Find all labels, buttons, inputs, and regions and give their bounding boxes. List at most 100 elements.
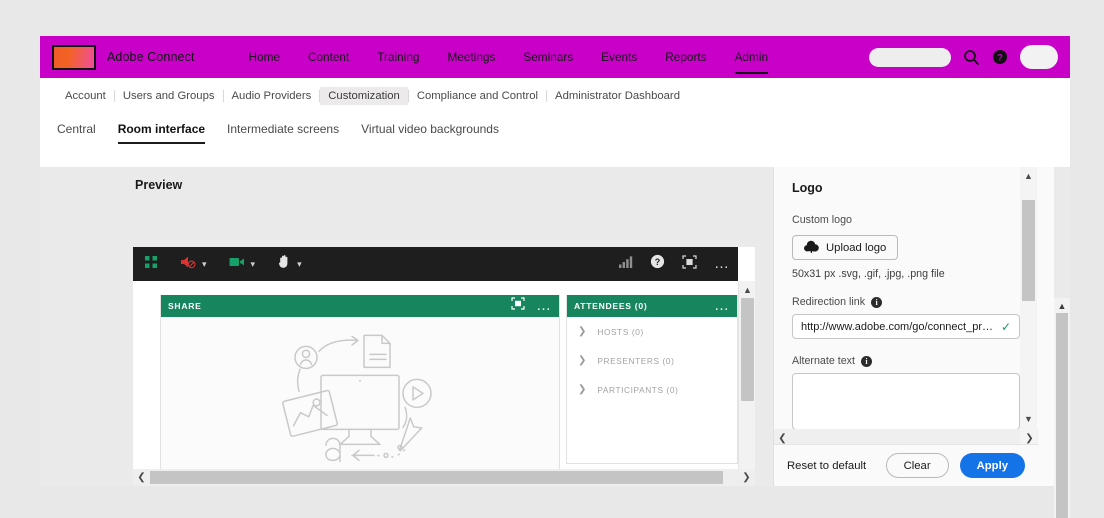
scroll-right-arrow-icon[interactable]: ❯ — [738, 469, 755, 486]
raise-hand-control[interactable]: ▾ — [277, 254, 302, 274]
clear-button[interactable]: Clear — [885, 453, 949, 478]
checkmark-icon: ✓ — [1000, 319, 1011, 334]
logo-settings-scroll-region: Logo Custom logo Upload logo 50x31 px .s… — [774, 167, 1038, 444]
preview-hscroll-thumb[interactable] — [150, 471, 723, 484]
attendees-pod: ATTENDEES (0) … ❯ HOSTS (0) ❯ PRESENTERS… — [566, 295, 738, 464]
panel-hscroll-thumb[interactable] — [789, 431, 1021, 442]
subnav-item-account[interactable]: Account — [57, 87, 115, 105]
tab-central[interactable]: Central — [57, 122, 96, 144]
logo-settings-content: Logo Custom logo Upload logo 50x31 px .s… — [774, 167, 1038, 430]
upload-logo-button[interactable]: Upload logo — [792, 235, 899, 260]
panel-vertical-scrollbar[interactable]: ▲ ▼ — [1020, 167, 1037, 444]
chevron-down-icon[interactable]: ▾ — [251, 259, 256, 270]
fullscreen-icon[interactable] — [682, 254, 697, 274]
overflow-menu-icon[interactable]: … — [714, 256, 730, 271]
page-surface: Adobe Connect Home Content Training Meet… — [40, 36, 1070, 518]
overflow-menu-icon[interactable]: … — [714, 298, 730, 313]
attendees-pod-actions: … — [714, 298, 730, 313]
redirection-link-field[interactable]: ✓ — [792, 314, 1020, 339]
app-root: Adobe Connect Home Content Training Meet… — [0, 0, 1104, 518]
info-icon[interactable]: i — [860, 355, 872, 367]
help-circle-icon[interactable]: ? — [992, 49, 1008, 65]
camera-icon[interactable] — [229, 255, 246, 273]
fullscreen-icon[interactable] — [511, 297, 525, 315]
attendees-group-presenters[interactable]: ❯ PRESENTERS (0) — [567, 346, 737, 375]
scroll-right-arrow-icon[interactable]: ❯ — [1021, 430, 1038, 444]
logo-file-hint: 50x31 px .svg, .gif, .jpg, .png file — [792, 268, 945, 280]
chevron-right-icon[interactable]: ❯ — [578, 326, 586, 337]
search-input[interactable] — [869, 47, 951, 67]
panel-heading: Logo — [792, 181, 823, 195]
overflow-menu-icon[interactable]: … — [536, 298, 552, 313]
chevron-right-icon[interactable]: ❯ — [578, 355, 586, 366]
preview-vertical-scrollbar[interactable]: ▲ ▼ — [738, 281, 755, 486]
tab-virtual-video-backgrounds[interactable]: Virtual video backgrounds — [361, 122, 499, 144]
nav-item-admin[interactable]: Admin — [734, 36, 769, 78]
reset-to-default-button[interactable]: Reset to default — [787, 460, 866, 472]
main-header: Adobe Connect Home Content Training Meet… — [40, 36, 1070, 78]
subnav-item-customization[interactable]: Customization — [320, 87, 409, 105]
avatar[interactable] — [1020, 45, 1058, 69]
scroll-left-arrow-icon[interactable]: ❮ — [133, 469, 150, 486]
attendees-groups: ❯ HOSTS (0) ❯ PRESENTERS (0) ❯ PARTICIPA… — [567, 317, 737, 404]
nav-item-seminars[interactable]: Seminars — [523, 36, 573, 78]
alternate-text-input[interactable] — [793, 374, 1019, 429]
nav-item-training[interactable]: Training — [377, 36, 419, 78]
room-toolbar-right: ? … — [602, 254, 730, 274]
scroll-left-arrow-icon[interactable]: ❮ — [774, 430, 791, 444]
content-area: Preview ▾ ▾ ▾ ? … SHARE … ATTENDEES (0) … — [40, 167, 1070, 518]
scroll-up-arrow-icon[interactable]: ▲ — [1054, 298, 1070, 313]
panel-footer: Reset to default Clear Apply — [774, 444, 1038, 486]
admin-subnav: Account Users and Groups Audio Providers… — [40, 78, 1070, 114]
signal-strength-icon[interactable] — [619, 255, 633, 273]
raise-hand-icon[interactable] — [277, 254, 292, 274]
chevron-right-icon[interactable]: ❯ — [578, 384, 586, 395]
subnav-item-users-and-groups[interactable]: Users and Groups — [115, 87, 224, 105]
upload-logo-label: Upload logo — [826, 241, 887, 254]
camera-control[interactable]: ▾ — [229, 255, 256, 273]
preview-pane: Preview ▾ ▾ ▾ ? … SHARE … ATTENDEES (0) … — [88, 167, 774, 486]
share-placeholder-illustration-icon — [274, 333, 446, 480]
customization-tabs: Central Room interface Intermediate scre… — [40, 122, 1070, 156]
logo-settings-panel: Logo Custom logo Upload logo 50x31 px .s… — [773, 167, 1054, 486]
attendees-pod-header: ATTENDEES (0) … — [567, 295, 737, 317]
panel-vscroll-thumb[interactable] — [1022, 200, 1035, 301]
chevron-down-icon[interactable]: ▾ — [297, 259, 302, 270]
nav-item-meetings[interactable]: Meetings — [447, 36, 495, 78]
chevron-down-icon[interactable]: ▾ — [202, 259, 207, 270]
nav-item-home[interactable]: Home — [248, 36, 279, 78]
tab-intermediate-screens[interactable]: Intermediate screens — [227, 122, 339, 144]
apply-button[interactable]: Apply — [959, 453, 1025, 478]
scroll-down-arrow-icon[interactable]: ▼ — [1020, 410, 1037, 427]
preview-horizontal-scrollbar[interactable]: ❮ ❯ — [133, 469, 755, 486]
subnav-item-compliance-and-control[interactable]: Compliance and Control — [409, 87, 548, 105]
speaker-control[interactable]: ▾ — [180, 255, 207, 274]
panel-horizontal-scrollbar[interactable]: ❮ ❯ — [774, 429, 1038, 444]
layout-control[interactable] — [144, 255, 158, 274]
scroll-up-arrow-icon[interactable]: ▲ — [739, 281, 755, 298]
brand[interactable]: Adobe Connect — [52, 44, 195, 70]
nav-item-reports[interactable]: Reports — [665, 36, 706, 78]
attendees-group-hosts[interactable]: ❯ HOSTS (0) — [567, 317, 737, 346]
page-vertical-scrollbar[interactable]: ▲ — [1054, 298, 1070, 518]
help-circle-icon[interactable]: ? — [650, 254, 665, 274]
subnav-item-administrator-dashboard[interactable]: Administrator Dashboard — [547, 87, 688, 105]
brand-name: Adobe Connect — [107, 50, 195, 64]
tab-room-interface[interactable]: Room interface — [117, 122, 206, 144]
search-icon[interactable] — [963, 49, 980, 66]
scroll-up-arrow-icon[interactable]: ▲ — [1020, 167, 1037, 184]
info-icon[interactable]: i — [871, 296, 883, 308]
attendees-group-label: PARTICIPANTS (0) — [597, 384, 679, 395]
nav-item-content[interactable]: Content — [308, 36, 349, 78]
page-vscroll-thumb[interactable] — [1056, 313, 1068, 518]
attendees-pod-title: ATTENDEES (0) — [574, 301, 648, 311]
grid-layout-icon[interactable] — [144, 255, 158, 274]
subnav-item-audio-providers[interactable]: Audio Providers — [224, 87, 320, 105]
preview-vscroll-thumb[interactable] — [741, 298, 754, 401]
redirection-link-input[interactable] — [801, 320, 997, 333]
attendees-group-participants[interactable]: ❯ PARTICIPANTS (0) — [567, 375, 737, 404]
svg-text:?: ? — [655, 257, 661, 267]
alternate-text-field[interactable] — [792, 373, 1020, 430]
nav-item-events[interactable]: Events — [601, 36, 637, 78]
speaker-muted-icon[interactable] — [180, 255, 197, 274]
